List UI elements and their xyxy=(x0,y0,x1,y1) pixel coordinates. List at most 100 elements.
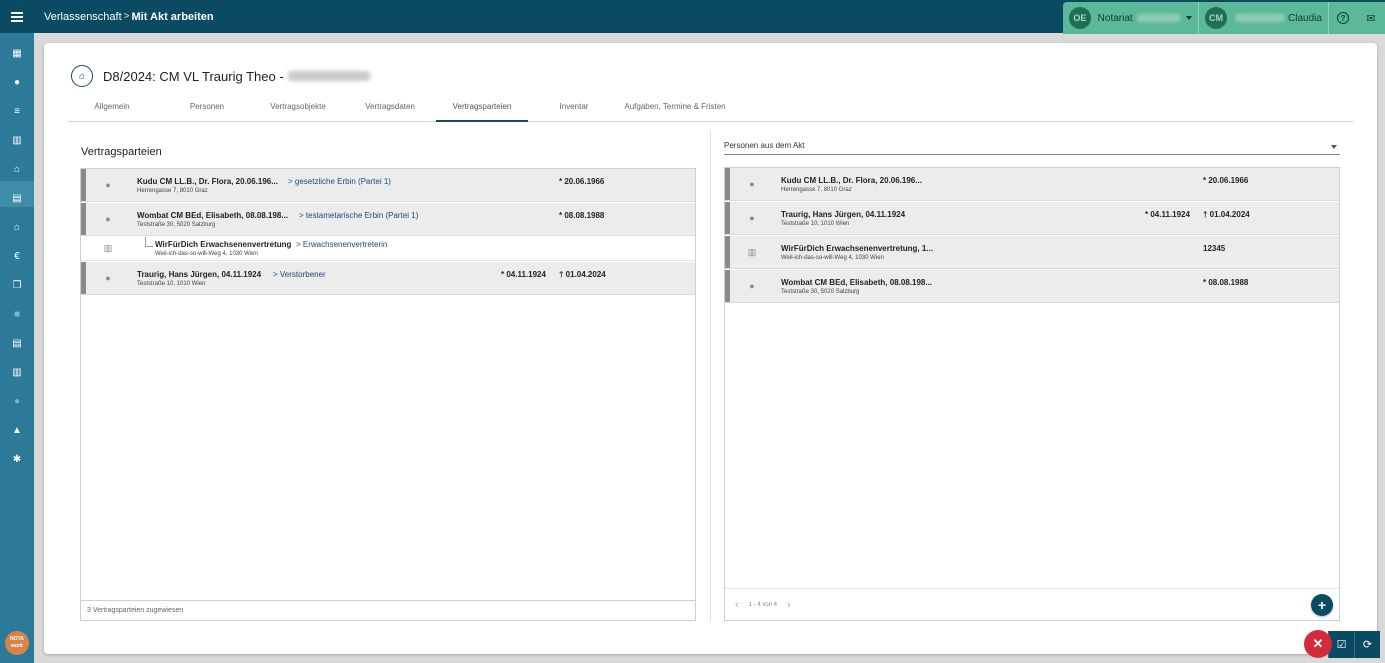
available-persons-list: ● Kudu CM LL.B., Dr. Flora, 20.06.196...… xyxy=(724,167,1340,621)
tab-vertragsparteien[interactable]: Vertragsparteien xyxy=(436,100,528,122)
breadcrumb-parent[interactable]: Verlassenschaft xyxy=(44,11,122,23)
party-name: Kudu CM LL.B., Dr. Flora, 20.06.196... xyxy=(137,177,278,186)
row-marker xyxy=(725,168,730,200)
tab-vertragsdaten[interactable]: Vertragsdaten xyxy=(346,100,434,122)
person-icon: ● xyxy=(749,281,755,291)
party-address: Herrengasse 7, 8010 Graz xyxy=(137,188,208,194)
breadcrumb-current: Mit Akt arbeiten xyxy=(131,10,214,23)
tab-bar: Allgemein Personen Vertragsobjekte Vertr… xyxy=(68,100,1353,122)
tab-personen[interactable]: Personen xyxy=(163,100,251,122)
help-circle-icon: ? xyxy=(1337,12,1349,24)
user-area: OE Notariat CM Claudia ? ✉ xyxy=(1063,2,1385,34)
party-role[interactable]: > Verstorbener xyxy=(273,270,326,279)
list-item[interactable]: ▥ WirFürDich Erwachsenenvertretung Weil-… xyxy=(81,237,695,261)
party-address: Teststraße 10, 1010 Wien xyxy=(137,281,206,287)
calendar-icon[interactable]: ▦ xyxy=(11,47,23,59)
tab-vertragsobjekte[interactable]: Vertragsobjekte xyxy=(254,100,342,122)
copy-icon[interactable]: ❐ xyxy=(11,279,23,291)
person-icon[interactable]: ● xyxy=(11,76,23,88)
user-avatar: CM xyxy=(1205,7,1227,29)
file-icon[interactable]: ▤ xyxy=(11,337,23,349)
redacted-user xyxy=(1235,14,1285,22)
chevron-right-icon[interactable]: › xyxy=(787,599,791,611)
list-item[interactable]: ● Traurig, Hans Jürgen, 04.11.1924 Tests… xyxy=(81,262,695,295)
party-name: Traurig, Hans Jürgen, 04.11.1924 xyxy=(137,270,262,279)
settings-icon[interactable]: ✱ xyxy=(11,453,23,465)
row-marker xyxy=(81,203,86,235)
sidebar: ▦ ● ≡ ▥ ⌂ ▤ ⌂ € ❐ ■ ▤ ▥ ● ▲ ✱ NOTA work xyxy=(0,33,34,663)
assigned-parties-list: ● Kudu CM LL.B., Dr. Flora, 20.06.196...… xyxy=(80,168,696,621)
office-name: Notariat xyxy=(1097,12,1133,24)
list-item[interactable]: ● Traurig, Hans Jürgen, 04.11.1924 Tests… xyxy=(725,202,1339,235)
person-id: 12345 xyxy=(1203,244,1226,253)
party-address: Weil-ich-das-so-will-Weg 4, 1030 Wien xyxy=(155,251,258,257)
document-icon[interactable]: ▤ xyxy=(11,192,23,204)
list-item[interactable]: ● Kudu CM LL.B., Dr. Flora, 20.06.196...… xyxy=(725,168,1339,201)
birth-date: * 08.08.1988 xyxy=(559,211,605,220)
register-icon[interactable]: ▥ xyxy=(11,366,23,378)
tab-aufgaben[interactable]: Aufgaben, Termine & Fristen xyxy=(620,100,730,122)
office-avatar: OE xyxy=(1069,7,1091,29)
pager-text: 1 - 4 von 4 xyxy=(748,602,778,608)
section-title: Vertragsparteien xyxy=(81,146,162,158)
grid-icon[interactable]: ■ xyxy=(11,308,23,320)
person-name: WirFürDich Erwachsenenvertretung, 1... xyxy=(781,244,933,253)
tab-allgemein[interactable]: Allgemein xyxy=(68,100,156,122)
main-card: ⌂ D8/2024: CM VL Traurig Theo - Allgemei… xyxy=(44,43,1377,654)
row-marker xyxy=(81,262,86,294)
death-date: † 01.04.2024 xyxy=(1203,210,1250,219)
sync-button[interactable]: ⟳ xyxy=(1354,630,1380,658)
party-name: WirFürDich Erwachsenenvertretung xyxy=(155,240,292,249)
birth-date: * 04.11.1924 xyxy=(1145,210,1190,219)
sync-icon: ⟳ xyxy=(1362,638,1373,651)
list-item[interactable]: ▥ WirFürDich Erwachsenenvertretung, 1...… xyxy=(725,236,1339,269)
user-menu[interactable]: CM Claudia xyxy=(1199,2,1329,34)
help-button[interactable]: ? xyxy=(1329,2,1357,34)
assigned-count: 3 Vertragsparteien zugewiesen xyxy=(81,600,695,620)
chevron-down-icon xyxy=(1331,145,1337,149)
breadcrumb-separator: > xyxy=(123,11,130,22)
party-role[interactable]: > gesetzliche Erbin (Partei 1) xyxy=(288,177,391,186)
estate-icon: ⌂ xyxy=(71,65,93,87)
party-role[interactable]: > Erwachsenenvertreterin xyxy=(296,240,387,249)
file-header: ⌂ D8/2024: CM VL Traurig Theo - xyxy=(71,65,370,87)
list-item[interactable]: ● Wombat CM BEd, Elisabeth, 08.08.198...… xyxy=(81,203,695,236)
tab-inventar[interactable]: Inventar xyxy=(530,100,618,122)
office-selector[interactable]: OE Notariat xyxy=(1063,2,1199,34)
chevron-left-icon[interactable]: ‹ xyxy=(735,599,739,611)
stats-icon[interactable]: ▲ xyxy=(11,424,23,436)
select-value: Personen aus dem Akt xyxy=(724,141,805,150)
action-buttons: ✕ ☑ ⟳ xyxy=(1304,630,1380,658)
row-marker xyxy=(725,236,730,268)
party-address: Teststraße 30, 5020 Salzburg xyxy=(137,222,216,228)
menu-button[interactable] xyxy=(0,0,34,33)
person-address: Weil-ich-das-so-will-Weg 4, 1030 Wien xyxy=(781,255,884,261)
add-button[interactable]: + xyxy=(1311,594,1333,616)
info-icon[interactable]: ● xyxy=(11,395,23,407)
check-document-icon: ☑ xyxy=(1336,638,1347,651)
person-icon: ● xyxy=(105,214,111,224)
list-item[interactable]: ● Kudu CM LL.B., Dr. Flora, 20.06.196...… xyxy=(81,169,695,202)
list-item[interactable]: ● Wombat CM BEd, Elisabeth, 08.08.198...… xyxy=(725,270,1339,303)
chevron-down-icon xyxy=(1186,16,1192,20)
bank-icon[interactable]: ⌂ xyxy=(11,221,23,233)
building-icon: ▥ xyxy=(103,242,113,253)
euro-icon[interactable]: € xyxy=(11,250,23,262)
person-source-select[interactable]: Personen aus dem Akt xyxy=(724,139,1340,155)
list-icon[interactable]: ≡ xyxy=(11,105,23,117)
person-icon: ● xyxy=(749,213,755,223)
top-bar: Verlassenschaft > Mit Akt arbeiten OE No… xyxy=(0,0,1385,34)
party-role[interactable]: > testametarische Erbin (Partei 1) xyxy=(299,211,418,220)
person-address: Herrengasse 7, 8010 Graz xyxy=(781,187,852,193)
books-icon[interactable]: ▥ xyxy=(11,134,23,146)
messages-button[interactable]: ✉ xyxy=(1357,2,1385,34)
estate-icon[interactable]: ⌂ xyxy=(11,163,23,175)
notawork-logo: NOTA work xyxy=(5,631,29,655)
row-marker xyxy=(725,202,730,234)
party-name: Wombat CM BEd, Elisabeth, 08.08.198... xyxy=(137,211,289,220)
close-button[interactable]: ✕ xyxy=(1304,630,1332,658)
pane-divider xyxy=(710,131,711,621)
person-name: Traurig, Hans Jürgen, 04.11.1924 xyxy=(781,210,906,219)
redacted-office xyxy=(1136,14,1180,22)
person-name: Wombat CM BEd, Elisabeth, 08.08.198... xyxy=(781,278,933,287)
